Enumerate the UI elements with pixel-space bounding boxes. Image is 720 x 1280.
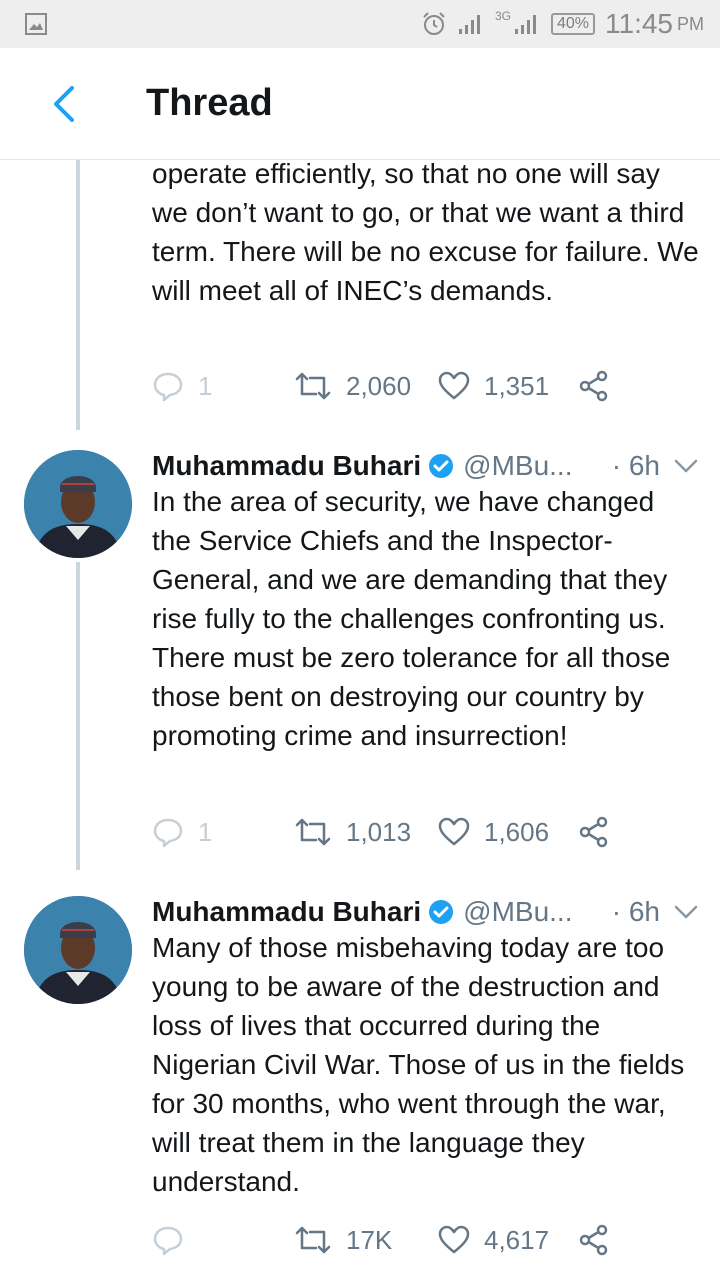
- tweet-header: Muhammadu Buhari @MBu... · 6h: [152, 892, 700, 932]
- chevron-down-icon[interactable]: [672, 898, 700, 926]
- tweet-actions: 1 2,060 1,351: [152, 366, 622, 406]
- author-name[interactable]: Muhammadu Buhari: [152, 896, 421, 928]
- like-button[interactable]: 1,351: [438, 366, 549, 406]
- share-icon: [579, 370, 608, 402]
- tweet-text: operate efficiently, so that no one will…: [152, 160, 699, 306]
- avatar[interactable]: [24, 896, 132, 1004]
- like-count: 4,617: [484, 1224, 550, 1255]
- reply-button[interactable]: 1: [152, 366, 212, 406]
- reply-icon: [153, 1226, 183, 1256]
- verified-badge-icon: [429, 454, 454, 478]
- retweet-icon: [295, 1226, 331, 1254]
- retweet-button[interactable]: 2,060: [294, 366, 411, 406]
- heart-icon: [438, 371, 470, 400]
- like-button[interactable]: 4,617: [438, 1220, 549, 1260]
- verified-badge-icon: [429, 900, 454, 924]
- retweet-button[interactable]: 17K: [294, 1220, 392, 1260]
- tweet[interactable]: Muhammadu Buhari @MBu... · 6h Many of th…: [0, 892, 720, 1280]
- tweet-header: Muhammadu Buhari @MBu... · 6h: [152, 446, 700, 486]
- author-handle[interactable]: @MBu...: [463, 896, 572, 928]
- share-button[interactable]: [578, 366, 610, 406]
- chevron-left-icon: [54, 86, 74, 122]
- retweet-count: 17K: [346, 1224, 393, 1255]
- gallery-notification-icon: [25, 13, 47, 35]
- heart-icon: [438, 817, 470, 846]
- battery-indicator: 40%: [550, 13, 595, 35]
- retweet-count: 2,060: [346, 370, 412, 401]
- signal-strength-icon: [458, 15, 480, 34]
- alarm-icon: [423, 12, 445, 35]
- back-button[interactable]: [40, 80, 88, 128]
- tweet[interactable]: Muhammadu Buhari @MBu... · 6h In the are…: [0, 446, 720, 866]
- profile-photo: [24, 896, 132, 1004]
- heart-icon: [438, 1225, 470, 1254]
- status-time: 11:45: [605, 8, 673, 39]
- tweet-text: Many of those misbehaving today are too …: [152, 932, 685, 1197]
- retweet-icon: [295, 372, 331, 400]
- share-icon: [579, 1224, 608, 1256]
- retweet-button[interactable]: 1,013: [294, 812, 411, 852]
- tweet-text: In the area of security, we have changed…: [152, 486, 671, 751]
- author-handle[interactable]: @MBu...: [463, 450, 572, 482]
- like-count: 1,606: [484, 816, 550, 847]
- share-button[interactable]: [578, 812, 610, 852]
- like-count: 1,351: [484, 370, 550, 401]
- status-bar: 3G 40% 11:45 PM: [0, 0, 720, 48]
- top-app-bar: Thread: [0, 48, 720, 160]
- reply-count: 1: [198, 816, 213, 847]
- status-indicators: 3G 40% 11:45 PM: [421, 0, 704, 48]
- like-button[interactable]: 1,606: [438, 812, 549, 852]
- share-button[interactable]: [578, 1220, 610, 1260]
- tweet-actions: 1 1,013 1,606: [152, 812, 622, 852]
- author-name[interactable]: Muhammadu Buhari: [152, 450, 421, 482]
- network-type-label: 3G: [494, 9, 511, 23]
- tweet-time: · 6h: [611, 896, 660, 927]
- signal-strength-icon-2: [514, 15, 536, 34]
- page-title: Thread: [146, 82, 273, 124]
- reply-button[interactable]: 1: [152, 812, 212, 852]
- chevron-down-icon[interactable]: [672, 452, 700, 480]
- tweet-time: · 6h: [611, 450, 660, 481]
- retweet-count: 1,013: [346, 816, 412, 847]
- reply-count: 1: [198, 370, 213, 401]
- tweet-actions: 17K 4,617: [152, 1220, 622, 1260]
- share-icon: [579, 816, 608, 848]
- reply-icon: [153, 372, 183, 402]
- profile-photo: [24, 450, 132, 558]
- avatar[interactable]: [24, 450, 132, 558]
- tweet[interactable]: operate efficiently, so that no one will…: [0, 160, 720, 430]
- thread-content[interactable]: operate efficiently, so that no one will…: [0, 160, 720, 1280]
- retweet-icon: [295, 818, 331, 846]
- status-ampm: PM: [677, 13, 704, 34]
- reply-icon: [153, 818, 183, 848]
- reply-button[interactable]: [152, 1220, 198, 1260]
